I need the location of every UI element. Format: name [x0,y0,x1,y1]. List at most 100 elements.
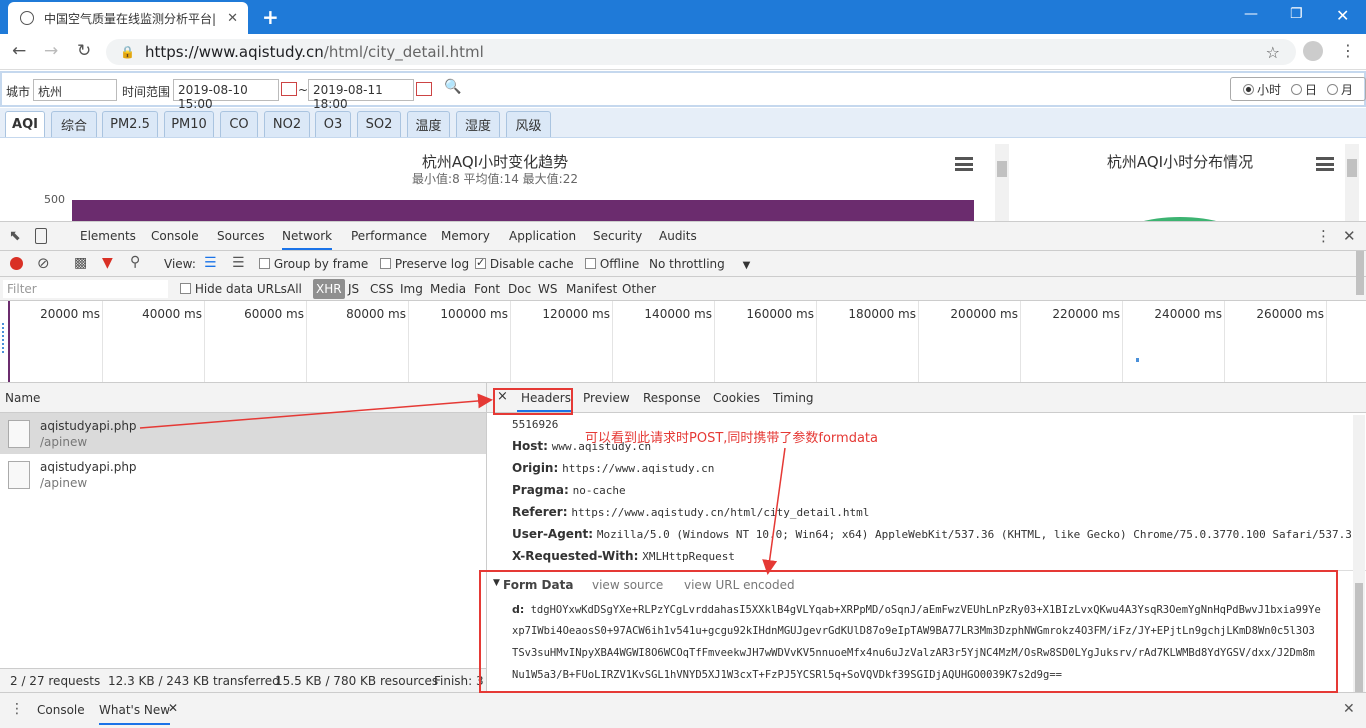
type-xhr[interactable]: XHR [313,279,345,299]
type-js[interactable]: JS [348,282,359,296]
name-column-header[interactable]: Name [5,391,40,405]
request-row[interactable]: aqistudyapi.php/apinew [0,454,486,495]
search-network-icon[interactable]: ⚲ [130,254,140,270]
right-chart-scrollbar[interactable] [1347,159,1357,177]
clear-icon[interactable]: ⊘ [37,254,50,272]
filter-icon[interactable]: ▼ [102,255,113,271]
tab-pm10[interactable]: PM10 [164,111,214,137]
preserve-log-checkbox[interactable]: Preserve log [380,257,469,271]
tab-overall[interactable]: 综合 [51,111,97,137]
resources-size: 15.5 KB / 780 KB resources [275,674,439,688]
drawer-tab-console[interactable]: Console [37,703,85,717]
tab-wind[interactable]: 风级 [506,111,551,137]
tab-preview[interactable]: Preview [583,391,630,405]
request-path: /apinew [40,435,88,449]
chart-menu-icon-right[interactable] [1316,157,1334,171]
start-calendar-icon[interactable] [281,82,297,96]
drawer-tab-whats-new[interactable]: What's New [99,703,171,725]
url-field[interactable]: 🔒 https://www.aqistudy.cn/html/city_deta… [106,39,1296,65]
timeline-request-marker [2,323,4,353]
pollutant-tab-bar: AQI 综合 PM2.5 PM10 CO NO2 O3 SO2 温度 湿度 风级 [0,108,1366,138]
tab-security[interactable]: Security [593,229,642,243]
forward-icon[interactable]: → [44,41,58,61]
y-axis-tick: 500 [44,193,65,206]
group-by-frame-checkbox[interactable]: Group by frame [259,257,368,271]
record-icon[interactable] [10,257,23,270]
back-icon[interactable]: ← [12,41,26,61]
end-time-input[interactable]: 2019-08-11 18:00 [308,79,414,111]
type-img[interactable]: Img [400,282,423,296]
tab-sources[interactable]: Sources [217,229,264,243]
tab-cookies[interactable]: Cookies [713,391,760,405]
tab-response[interactable]: Response [643,391,701,405]
device-toolbar-icon[interactable] [35,228,47,244]
close-window-icon[interactable]: ✕ [1336,6,1349,25]
tab-timing[interactable]: Timing [773,391,814,405]
type-ws[interactable]: WS [538,282,557,296]
type-all[interactable]: All [287,282,302,296]
drawer-menu-icon[interactable]: ⋮ [10,701,24,717]
type-other[interactable]: Other [622,282,656,296]
type-css[interactable]: CSS [370,282,394,296]
tab-aqi[interactable]: AQI [5,111,45,137]
minimize-icon[interactable]: — [1244,6,1258,22]
type-doc[interactable]: Doc [508,282,531,296]
new-tab-button[interactable]: + [262,5,279,29]
tab-network[interactable]: Network [282,229,333,250]
radio-month[interactable]: 月 [1327,81,1353,98]
request-row[interactable]: aqistudyapi.php/apinew [0,413,486,454]
reload-icon[interactable]: ↻ [77,41,91,61]
search-icon[interactable]: 🔍 [444,79,461,95]
large-rows-icon[interactable]: ☰ [204,255,217,271]
tab-no2[interactable]: NO2 [264,111,310,137]
finish-time: Finish: 3 [434,674,484,688]
devtools-menu-icon[interactable]: ⋮ [1316,227,1331,245]
throttling-select[interactable]: No throttling ▼ [649,257,750,271]
tab-temperature[interactable]: 温度 [407,111,450,137]
radio-hour[interactable]: 小时 [1243,81,1281,98]
city-value: 杭州 [38,85,63,99]
tab-pm25[interactable]: PM2.5 [102,111,158,137]
devtools-scrollbar[interactable] [1356,251,1364,295]
offline-checkbox[interactable]: Offline [585,257,639,271]
left-chart-scrollbar[interactable] [997,161,1007,177]
type-font[interactable]: Font [474,282,500,296]
start-time-input[interactable]: 2019-08-10 15:00 [173,79,279,111]
tab-so2[interactable]: SO2 [357,111,401,137]
header-value: https://www.aqistudy.cn [562,462,715,475]
tab-audits[interactable]: Audits [659,229,697,243]
disable-cache-checkbox[interactable]: Disable cache [475,256,574,271]
profile-avatar-icon[interactable] [1303,41,1323,61]
tab-humidity[interactable]: 湿度 [456,111,500,137]
close-drawer-tab-icon[interactable]: ✕ [168,701,178,715]
type-manifest[interactable]: Manifest [566,282,617,296]
end-calendar-icon[interactable] [416,82,432,96]
tab-application[interactable]: Application [509,229,576,243]
browser-tab[interactable]: 中国空气质量在线监测分析平台| ✕ [8,2,248,34]
waterfall-icon[interactable]: ☰ [232,255,245,271]
close-drawer-icon[interactable]: ✕ [1343,701,1355,717]
timeline-tick: 80000 ms [346,307,406,321]
tab-memory[interactable]: Memory [441,229,490,243]
city-input[interactable]: 杭州 [33,79,117,101]
detail-scrollbar[interactable] [1355,583,1363,695]
tab-co[interactable]: CO [220,111,258,137]
tab-elements[interactable]: Elements [80,229,136,243]
filter-input[interactable]: Filter [3,280,168,298]
trend-chart-subtitle: 最小值:8 平均值:14 最大值:22 [412,172,578,186]
inspect-element-icon[interactable]: ⬉ [9,228,21,244]
tab-performance[interactable]: Performance [351,229,427,243]
browser-menu-icon[interactable]: ⋮ [1340,41,1356,60]
timeline-tick: 40000 ms [142,307,202,321]
screenshot-icon[interactable]: ▩ [74,255,87,271]
radio-day[interactable]: 日 [1291,81,1317,98]
maximize-icon[interactable]: ❐ [1290,6,1303,22]
tab-console[interactable]: Console [151,229,199,243]
star-icon[interactable]: ☆ [1266,43,1280,62]
hide-data-urls-checkbox[interactable]: Hide data URLs [180,282,287,296]
type-media[interactable]: Media [430,282,466,296]
tab-o3[interactable]: O3 [315,111,351,137]
close-tab-icon[interactable]: ✕ [227,11,238,26]
chart-menu-icon[interactable] [955,157,973,171]
close-devtools-icon[interactable]: ✕ [1343,227,1356,245]
